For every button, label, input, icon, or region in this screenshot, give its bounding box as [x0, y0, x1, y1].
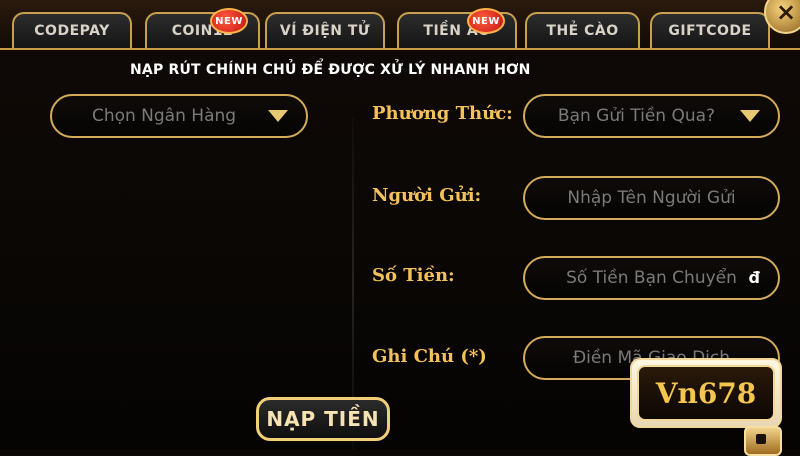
tab-label: VÍ ĐIỆN TỬ: [279, 23, 371, 39]
tab-coin12[interactable]: COIN12 NEW: [145, 8, 260, 48]
logo-text: Vn678: [655, 376, 757, 410]
amount-placeholder: Số Tiền Bạn Chuyển: [566, 268, 737, 288]
notice-text: NẠP RÚT CHÍNH CHỦ ĐỂ ĐƯỢC XỬ LÝ NHANH HƠ…: [130, 62, 531, 78]
currency-symbol: đ: [748, 268, 760, 287]
chevron-down-icon: [268, 110, 288, 122]
tab-codepay[interactable]: CODEPAY: [12, 12, 132, 48]
method-select-placeholder: Bạn Gửi Tiền Qua?: [557, 106, 716, 126]
new-badge: NEW: [210, 8, 248, 34]
sender-placeholder: Nhập Tên Người Gửi: [567, 188, 736, 208]
vn678-logo-mark: Vn678: [637, 365, 775, 421]
tab-label: GIFTCODE: [668, 23, 752, 39]
corner-ornament-icon: [744, 426, 782, 456]
chevron-down-icon: [740, 110, 760, 122]
note-label: Ghi Chú (*): [372, 346, 487, 367]
method-label: Phương Thức:: [372, 103, 513, 124]
amount-label: Số Tiền:: [372, 265, 455, 286]
tab-scratch-card[interactable]: THẺ CÀO: [525, 12, 640, 48]
amount-field[interactable]: Số Tiền Bạn Chuyển đ: [523, 256, 780, 300]
deposit-button-label: NẠP TIỀN: [266, 407, 380, 431]
bank-select-placeholder: Chọn Ngân Hàng: [91, 106, 237, 126]
tab-bar: CODEPAY COIN12 NEW VÍ ĐIỆN TỬ TIỀN ẢO NE…: [0, 0, 800, 50]
new-badge: NEW: [467, 8, 505, 34]
brand-logo: Vn678: [630, 358, 782, 428]
method-select[interactable]: Bạn Gửi Tiền Qua?: [523, 94, 780, 138]
sender-field[interactable]: Nhập Tên Người Gửi: [523, 176, 780, 220]
tab-label: THẺ CÀO: [546, 23, 619, 39]
tab-crypto[interactable]: TIỀN ẢO NEW: [397, 8, 517, 48]
tab-giftcode[interactable]: GIFTCODE: [650, 12, 770, 48]
close-icon: ×: [775, 0, 797, 26]
bank-select[interactable]: Chọn Ngân Hàng: [50, 94, 308, 138]
deposit-button[interactable]: NẠP TIỀN: [256, 397, 390, 441]
tab-label: CODEPAY: [34, 23, 110, 39]
tab-e-wallet[interactable]: VÍ ĐIỆN TỬ: [265, 12, 385, 48]
sender-label: Người Gửi:: [372, 185, 482, 206]
